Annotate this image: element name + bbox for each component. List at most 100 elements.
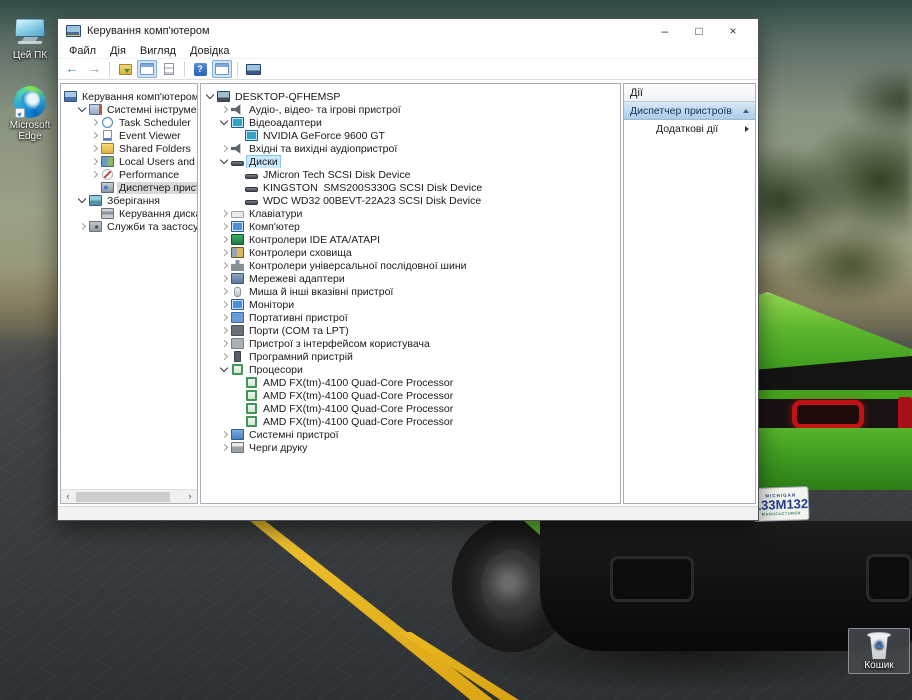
computer-management-window: Керування комп'ютером – □ × Файл Дія Вигля… bbox=[57, 18, 759, 521]
desktop: MICHIGAN 133M132 MANUFACTURER Цей ПК Mic… bbox=[0, 0, 912, 700]
tree-item[interactable]: Служби та застосунки bbox=[61, 220, 197, 233]
expander-open-icon[interactable] bbox=[76, 194, 89, 207]
expander-closed-icon[interactable] bbox=[218, 207, 231, 220]
expander-closed-icon[interactable] bbox=[218, 324, 231, 337]
collapse-icon[interactable] bbox=[743, 108, 749, 113]
expander-closed-icon[interactable] bbox=[218, 103, 231, 116]
tree-item[interactable]: Контролери універсальної послідовної шин… bbox=[201, 259, 620, 272]
tree-item[interactable]: KINGSTON SMS200S330G SCSI Disk Device bbox=[201, 181, 620, 194]
expander-closed-icon[interactable] bbox=[218, 441, 231, 454]
toolbar-button-export-list-icon[interactable] bbox=[115, 60, 135, 78]
tree-item[interactable]: Клавіатури bbox=[201, 207, 620, 220]
expander-closed-icon[interactable] bbox=[88, 142, 101, 155]
tree-item[interactable]: Керування комп'ютером (лок bbox=[61, 90, 197, 103]
menu-item[interactable]: Довідка bbox=[183, 45, 237, 57]
expander-open-icon[interactable] bbox=[76, 103, 89, 116]
tree-item[interactable]: Диспетчер пристроїв bbox=[61, 181, 197, 194]
expander-closed-icon[interactable] bbox=[218, 337, 231, 350]
tree-item[interactable]: AMD FX(tm)-4100 Quad-Core Processor bbox=[201, 402, 620, 415]
tree-item[interactable]: Системні інструменти bbox=[61, 103, 197, 116]
tree-item[interactable]: Shared Folders bbox=[61, 142, 197, 155]
toolbar-button-remote-computer-icon[interactable] bbox=[243, 60, 263, 78]
tree-item[interactable]: Керування дисками bbox=[61, 207, 197, 220]
expander-closed-icon[interactable] bbox=[218, 428, 231, 441]
desktop-icon-recycle-bin[interactable]: ♻ Кошик bbox=[848, 628, 910, 674]
expander-closed-icon[interactable] bbox=[218, 298, 231, 311]
scroll-thumb[interactable] bbox=[76, 491, 170, 502]
tree-item[interactable]: Мережеві адаптери bbox=[201, 272, 620, 285]
tree-item[interactable]: Зберігання bbox=[61, 194, 197, 207]
title-bar[interactable]: Керування комп'ютером – □ × bbox=[58, 19, 758, 43]
tree-item[interactable]: Вхідні та вихідні аудіопристрої bbox=[201, 142, 620, 155]
tree-item[interactable]: Портативні пристрої bbox=[201, 311, 620, 324]
tree-item[interactable]: Системні пристрої bbox=[201, 428, 620, 441]
tree-item[interactable]: Аудіо-, відео- та ігрові пристрої bbox=[201, 103, 620, 116]
tree-item[interactable]: AMD FX(tm)-4100 Quad-Core Processor bbox=[201, 376, 620, 389]
expander-open-icon[interactable] bbox=[204, 90, 217, 103]
expander-closed-icon[interactable] bbox=[218, 259, 231, 272]
expander-closed-icon[interactable] bbox=[218, 350, 231, 363]
tree-item[interactable]: Task Scheduler bbox=[61, 116, 197, 129]
expander-closed-icon[interactable] bbox=[88, 155, 101, 168]
toolbar-button-show-action-pane-icon[interactable] bbox=[212, 60, 232, 78]
expander-closed-icon[interactable] bbox=[218, 285, 231, 298]
expander-closed-icon[interactable] bbox=[88, 129, 101, 142]
expander-open-icon[interactable] bbox=[218, 116, 231, 129]
actions-item-more-actions[interactable]: Додаткові дії bbox=[624, 120, 755, 138]
tree-item-label: Процесори bbox=[249, 363, 303, 376]
toolbar-button-back-icon[interactable] bbox=[62, 60, 82, 78]
expander-closed-icon[interactable] bbox=[88, 168, 101, 181]
close-button[interactable]: × bbox=[716, 20, 750, 42]
toolbar-button-forward-icon[interactable] bbox=[84, 60, 104, 78]
tree-item[interactable]: Черги друку bbox=[201, 441, 620, 454]
menu-item[interactable]: Вигляд bbox=[133, 45, 183, 57]
menu-item[interactable]: Дія bbox=[103, 45, 133, 57]
tree-item[interactable]: Event Viewer bbox=[61, 129, 197, 142]
expander-open-icon[interactable] bbox=[218, 363, 231, 376]
expander-closed-icon[interactable] bbox=[218, 272, 231, 285]
tree-item[interactable]: Порти (COM та LPT) bbox=[201, 324, 620, 337]
tree-item[interactable]: WDC WD32 00BEVT-22A23 SCSI Disk Device bbox=[201, 194, 620, 207]
desktop-icon-this-pc[interactable]: Цей ПК bbox=[2, 18, 58, 61]
tree-item[interactable]: Пристрої з інтерфейсом користувача bbox=[201, 337, 620, 350]
tree-item[interactable]: Контролери сховища bbox=[201, 246, 620, 259]
tree-item[interactable]: DESKTOP-QFHEMSP bbox=[201, 90, 620, 103]
tree-item[interactable]: Комп'ютер bbox=[201, 220, 620, 233]
tree-item[interactable]: NVIDIA GeForce 9600 GT bbox=[201, 129, 620, 142]
toolbar-button-help-icon[interactable] bbox=[190, 60, 210, 78]
tree-item-label: KINGSTON SMS200S330G SCSI Disk Device bbox=[263, 181, 483, 194]
desktop-icon-microsoft-edge[interactable]: Microsoft Edge bbox=[2, 86, 58, 142]
actions-group-header[interactable]: Диспетчер пристроїв bbox=[624, 102, 755, 120]
tree-item[interactable]: Програмний пристрій bbox=[201, 350, 620, 363]
tree-item[interactable]: Local Users and Groups bbox=[61, 155, 197, 168]
tree-item[interactable]: AMD FX(tm)-4100 Quad-Core Processor bbox=[201, 389, 620, 402]
tree-item[interactable]: AMD FX(tm)-4100 Quad-Core Processor bbox=[201, 415, 620, 428]
tree-item[interactable]: Процесори bbox=[201, 363, 620, 376]
tree-item[interactable]: Диски bbox=[201, 155, 620, 168]
expander-closed-icon[interactable] bbox=[218, 311, 231, 324]
expander-closed-icon[interactable] bbox=[218, 220, 231, 233]
expander-closed-icon[interactable] bbox=[218, 142, 231, 155]
tree-item[interactable]: JMicron Tech SCSI Disk Device bbox=[201, 168, 620, 181]
portable-device-icon bbox=[231, 312, 244, 323]
tree-item[interactable]: Монітори bbox=[201, 298, 620, 311]
tree-item[interactable]: Відеоадаптери bbox=[201, 116, 620, 129]
maximize-button[interactable]: □ bbox=[682, 20, 716, 42]
menu-item[interactable]: Файл bbox=[62, 45, 103, 57]
scroll-right-button[interactable]: › bbox=[183, 490, 197, 503]
toolbar-button-properties-icon[interactable] bbox=[159, 60, 179, 78]
expander-closed-icon[interactable] bbox=[76, 220, 89, 233]
expander-closed-icon[interactable] bbox=[218, 246, 231, 259]
expander-closed-icon[interactable] bbox=[218, 233, 231, 246]
expander-open-icon[interactable] bbox=[218, 155, 231, 168]
tree-item[interactable]: Контролери IDE ATA/ATAPI bbox=[201, 233, 620, 246]
scroll-left-button[interactable]: ‹ bbox=[61, 490, 75, 503]
tree-item[interactable]: Performance bbox=[61, 168, 197, 181]
toolbar-button-show-console-tree-icon[interactable] bbox=[137, 60, 157, 78]
h-scrollbar[interactable]: ‹ › bbox=[61, 489, 197, 503]
expander-closed-icon[interactable] bbox=[88, 116, 101, 129]
tree-item[interactable]: Миша й інші вказівні пристрої bbox=[201, 285, 620, 298]
minimize-button[interactable]: – bbox=[648, 20, 682, 42]
